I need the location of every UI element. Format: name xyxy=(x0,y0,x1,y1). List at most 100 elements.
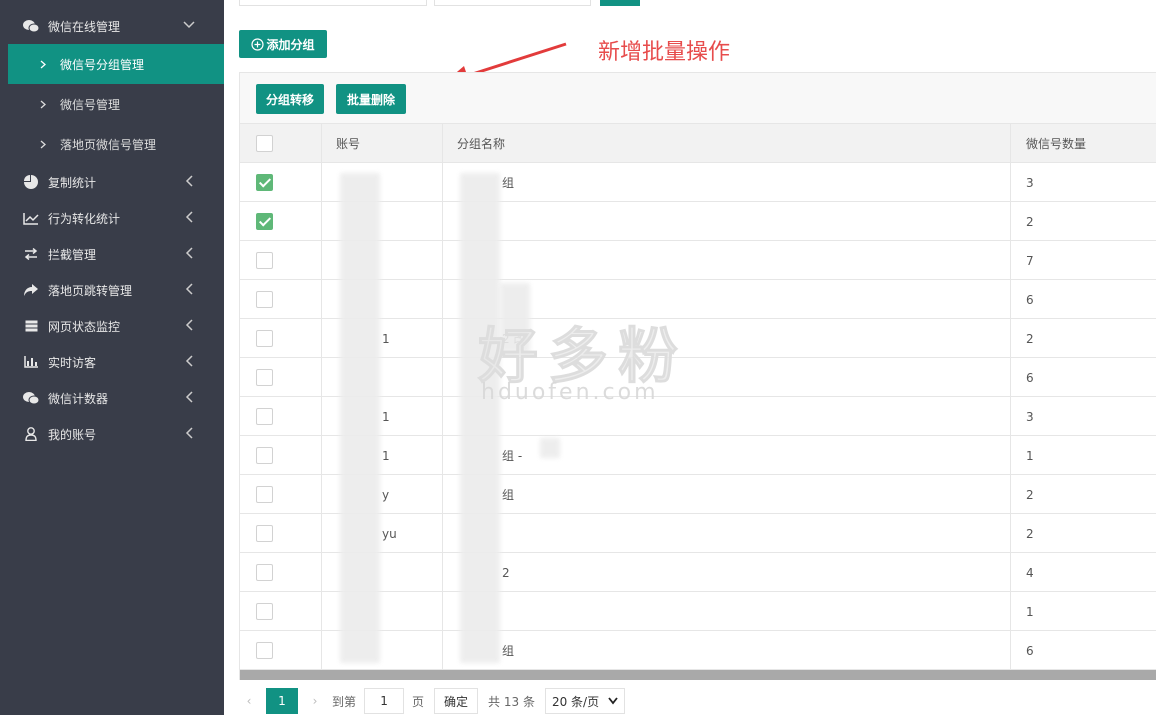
plus-circle-icon xyxy=(251,37,265,51)
row-checkbox[interactable] xyxy=(256,174,273,191)
row-checkbox[interactable] xyxy=(256,447,273,464)
prev-page-icon[interactable]: ‹ xyxy=(240,694,258,708)
sidebar-item-landing-redirect[interactable]: 落地页跳转管理 xyxy=(0,272,224,308)
pagination: ‹ 1 › 到第 1 页 确定 共 13 条 20 条/页 xyxy=(240,688,625,714)
sidebar-item-page-monitor[interactable]: 网页状态监控 xyxy=(0,308,224,344)
server-icon xyxy=(22,319,40,333)
bar-chart-icon xyxy=(22,355,40,369)
nav-group-label: 微信在线管理 xyxy=(48,19,121,34)
chevron-left-icon xyxy=(182,426,196,440)
goto-label: 到第 xyxy=(332,694,357,709)
sidebar-item-landing-wechat[interactable]: 落地页微信号管理 xyxy=(0,124,224,164)
data-table: 分组转移 批量删除 账号 分组名称 微信号数量 组327612 改26131组 … xyxy=(239,72,1156,680)
chevron-left-icon xyxy=(182,210,196,224)
sidebar-item-label: 落地页跳转管理 xyxy=(48,283,133,298)
annotation-text: 新增批量操作 xyxy=(598,40,731,65)
watermark-domain: hduofen.com xyxy=(481,380,659,405)
row-checkbox[interactable] xyxy=(256,291,273,308)
next-page-icon[interactable]: › xyxy=(306,694,324,708)
row-checkbox[interactable] xyxy=(256,525,273,542)
cell-wechat-count: 2 xyxy=(1026,526,1034,541)
cell-wechat-count: 1 xyxy=(1026,448,1034,463)
column-divider xyxy=(442,124,443,670)
sidebar-item-wechat-group[interactable]: 微信号分组管理 xyxy=(8,44,224,84)
sidebar-item-my-account[interactable]: 我的账号 xyxy=(0,416,224,452)
total-count: 共 13 条 xyxy=(488,694,535,709)
nav-group-wechat-online[interactable]: 微信在线管理 xyxy=(0,8,224,44)
goto-page-input[interactable]: 1 xyxy=(364,688,405,714)
sidebar-item-wechat-counter[interactable]: 微信计数器 xyxy=(0,380,224,416)
cell-wechat-count: 3 xyxy=(1026,409,1034,424)
column-header-group-name: 分组名称 xyxy=(457,137,506,151)
move-group-label: 分组转移 xyxy=(265,92,314,107)
filter-input-1[interactable] xyxy=(239,0,427,6)
cell-wechat-count: 6 xyxy=(1026,370,1034,385)
add-group-button[interactable]: 添加分组 xyxy=(239,30,327,58)
cell-wechat-count: 6 xyxy=(1026,643,1034,658)
sidebar-item-behavior-stats[interactable]: 行为转化统计 xyxy=(0,200,224,236)
horizontal-scrollbar[interactable] xyxy=(240,670,1156,680)
row-checkbox[interactable] xyxy=(256,642,273,659)
column-header-account: 账号 xyxy=(336,137,361,151)
cell-wechat-count: 1 xyxy=(1026,604,1034,619)
filter-input-2[interactable] xyxy=(434,0,591,6)
row-checkbox[interactable] xyxy=(256,603,273,620)
sidebar-item-label: 网页状态监控 xyxy=(48,319,121,334)
sidebar: 微信在线管理 微信号分组管理 微信号管理 落地页微信号管理 复制统计 行为转化统… xyxy=(0,0,224,715)
sidebar-item-label: 复制统计 xyxy=(48,175,97,190)
move-group-button[interactable]: 分组转移 xyxy=(256,84,324,114)
chevron-left-icon xyxy=(182,282,196,296)
sidebar-item-label: 微信号分组管理 xyxy=(60,57,145,72)
sidebar-item-label: 实时访客 xyxy=(48,355,97,370)
row-checkbox[interactable] xyxy=(256,408,273,425)
sidebar-item-copy-stats[interactable]: 复制统计 xyxy=(0,164,224,200)
confirm-button[interactable]: 确定 xyxy=(434,688,479,714)
cell-wechat-count: 2 xyxy=(1026,331,1034,346)
add-group-label: 添加分组 xyxy=(266,37,315,52)
chevron-left-icon xyxy=(182,174,196,188)
line-chart-icon xyxy=(22,211,40,225)
batch-delete-label: 批量删除 xyxy=(346,92,395,107)
chevron-left-icon xyxy=(182,246,196,260)
cell-wechat-count: 3 xyxy=(1026,175,1034,190)
sidebar-item-wechat-account[interactable]: 微信号管理 xyxy=(0,84,224,124)
chevron-down-icon xyxy=(182,18,196,32)
sidebar-item-label: 拦截管理 xyxy=(48,247,97,262)
chevron-right-icon xyxy=(40,140,48,149)
page-size-value: 20 条/页 xyxy=(551,694,600,709)
chevron-left-icon xyxy=(182,354,196,368)
share-arrow-icon xyxy=(22,283,40,297)
wechat-icon xyxy=(22,391,40,405)
sidebar-item-realtime-visitors[interactable]: 实时访客 xyxy=(0,344,224,380)
chevron-left-icon xyxy=(182,318,196,332)
redaction-blur xyxy=(340,173,380,663)
row-checkbox[interactable] xyxy=(256,369,273,386)
cell-wechat-count: 4 xyxy=(1026,565,1034,580)
cell-wechat-count: 6 xyxy=(1026,292,1034,307)
row-checkbox[interactable] xyxy=(256,486,273,503)
redaction-blur xyxy=(460,173,500,663)
search-button[interactable] xyxy=(600,0,640,6)
sidebar-item-label: 行为转化统计 xyxy=(48,211,121,226)
select-all-checkbox[interactable] xyxy=(256,135,273,152)
sidebar-item-intercept[interactable]: 拦截管理 xyxy=(0,236,224,272)
caret-down-icon xyxy=(608,697,618,705)
column-divider xyxy=(321,124,322,670)
page-size-select[interactable]: 20 条/页 xyxy=(544,688,625,714)
column-header-wechat-count: 微信号数量 xyxy=(1026,137,1087,151)
sidebar-item-label: 落地页微信号管理 xyxy=(60,137,157,152)
table-header: 账号 分组名称 微信号数量 xyxy=(240,124,1156,163)
swap-arrows-icon xyxy=(22,247,40,261)
user-icon xyxy=(22,427,40,441)
row-checkbox[interactable] xyxy=(256,330,273,347)
cell-wechat-count: 2 xyxy=(1026,214,1034,229)
current-page[interactable]: 1 xyxy=(266,688,298,714)
row-checkbox[interactable] xyxy=(256,213,273,230)
sidebar-item-label: 我的账号 xyxy=(48,427,97,442)
page-label: 页 xyxy=(412,694,425,709)
table-toolbar: 分组转移 批量删除 xyxy=(240,73,1156,124)
batch-delete-button[interactable]: 批量删除 xyxy=(336,84,406,114)
row-checkbox[interactable] xyxy=(256,564,273,581)
row-checkbox[interactable] xyxy=(256,252,273,269)
chevron-left-icon xyxy=(182,390,196,404)
